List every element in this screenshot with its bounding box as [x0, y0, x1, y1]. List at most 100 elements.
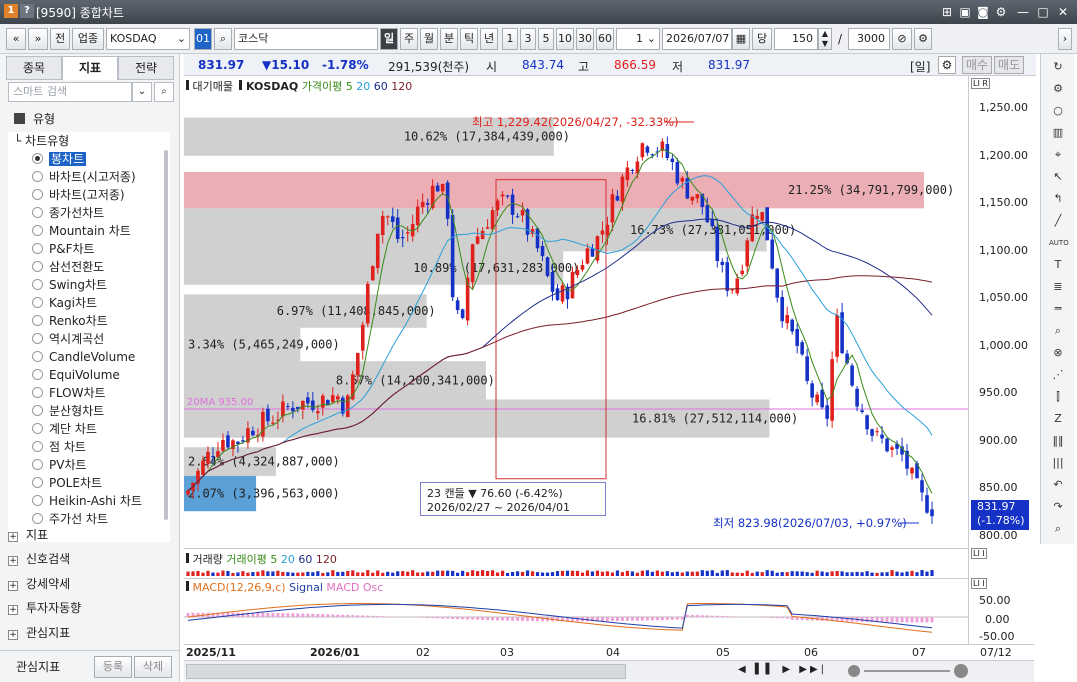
lock-icon[interactable]: ⊘ [892, 28, 912, 50]
period-tick[interactable]: 틱 [460, 28, 478, 50]
chart-type-header[interactable]: └ 차트유형 [14, 132, 69, 150]
redo-icon[interactable]: ↷ [1049, 498, 1067, 516]
interval-60[interactable]: 60 [596, 28, 614, 50]
zoom-slider[interactable] [864, 670, 950, 672]
category-signal-search[interactable]: + 신호검색 [8, 548, 70, 570]
chart-type-item[interactable]: 종가선차트 [32, 204, 104, 222]
chart-type-item[interactable]: 바차트(고저종) [32, 186, 125, 204]
date-field[interactable]: 2026/07/07 [662, 28, 732, 50]
search-icon[interactable]: ⌕ [154, 82, 174, 102]
interval-1[interactable]: 1 [502, 28, 518, 50]
tree-scrollbar[interactable] [164, 150, 168, 520]
pattern-tool-icon[interactable]: ⫿ [1049, 388, 1067, 406]
interval-10[interactable]: 10 [556, 28, 574, 50]
period-minute[interactable]: 분 [440, 28, 458, 50]
gear-icon[interactable]: ⚙ [914, 28, 932, 50]
bars-stepper[interactable]: ▲ ▼ [818, 28, 832, 50]
smart-search-input[interactable]: 스마트 검색 [8, 82, 132, 102]
category-strength[interactable]: + 강세약세 [8, 573, 70, 595]
chevron-down-icon[interactable]: ⌄ [132, 82, 152, 102]
zoom-out-icon[interactable] [848, 665, 860, 677]
type-header[interactable]: 유형 [14, 110, 55, 128]
chart-type-item[interactable]: Mountain 차트 [32, 222, 131, 240]
pointer-tool-icon[interactable]: ↰ [1049, 190, 1067, 208]
period-tool-icon[interactable]: ||| [1049, 454, 1067, 472]
chart-type-item[interactable]: Kagi차트 [32, 294, 97, 312]
next-button[interactable]: » [28, 28, 48, 50]
chart-type-item[interactable]: FLOW차트 [32, 384, 106, 402]
period-month[interactable]: 월 [420, 28, 438, 50]
undo-icon[interactable]: ↶ [1049, 476, 1067, 494]
sell-button[interactable]: 매도 [994, 56, 1024, 74]
gann-tool-icon[interactable]: ⊗ [1049, 344, 1067, 362]
line-tool-icon[interactable]: ╱ [1049, 212, 1067, 230]
chart-type-item[interactable]: CandleVolume [32, 348, 135, 366]
chart-type-item[interactable]: 바차트(시고저종) [32, 168, 136, 186]
count-select[interactable]: 1 ⌄ [616, 28, 660, 50]
magnifier-icon[interactable]: ⌕ [1049, 520, 1067, 538]
maximize-button[interactable]: □ [1034, 3, 1052, 21]
chart-type-item[interactable]: Renko차트 [32, 312, 108, 330]
tab-indicator[interactable]: 지표 [62, 56, 118, 80]
chart-type-item[interactable]: EquiVolume [32, 366, 120, 384]
zoom-tool-icon[interactable]: ⌕ [1049, 322, 1067, 340]
chart-type-item[interactable]: Swing차트 [32, 276, 107, 294]
cycle-tool-icon[interactable]: ‖‖ [1049, 432, 1067, 450]
text-tool-icon[interactable]: T [1049, 256, 1067, 274]
axis-toggle-volume[interactable]: LI I [971, 548, 987, 559]
collapse-icon[interactable]: › [1058, 28, 1072, 50]
chart-type-item[interactable]: 계단 차트 [32, 420, 97, 438]
interval-5[interactable]: 5 [538, 28, 554, 50]
axis-toggle-macd[interactable]: LI I [971, 578, 987, 589]
z-tool-icon[interactable]: Z [1049, 410, 1067, 428]
calendar-icon[interactable]: ▦ [732, 28, 750, 50]
tab-strategy[interactable]: 전략 [118, 56, 174, 80]
close-button[interactable]: ✕ [1054, 3, 1072, 21]
chart-type-item[interactable]: 역시계곡선 [32, 330, 104, 348]
playback-controls[interactable]: ◀ ▌▌ ▶ ▶▶| [738, 664, 827, 675]
settings-icon[interactable]: ⚙ [992, 3, 1010, 21]
search-icon[interactable]: ⌕ [214, 28, 232, 50]
category-favorite[interactable]: + 관심지표 [8, 622, 70, 644]
chart-type-item[interactable]: 봉차트 [32, 150, 87, 168]
chart-type-item[interactable]: 분산형차트 [32, 402, 104, 420]
period-week[interactable]: 주 [400, 28, 418, 50]
buy-button[interactable]: 매수 [962, 56, 992, 74]
period-day[interactable]: 일 [380, 28, 398, 50]
symbol-select[interactable]: KOSDAQ ⌄ [106, 28, 190, 50]
chart-type-item[interactable]: POLE차트 [32, 474, 102, 492]
auto-tool-icon[interactable]: AUTO [1049, 234, 1069, 252]
gear-icon[interactable]: ⚙ [938, 56, 956, 74]
chart-type-item[interactable]: P&F차트 [32, 240, 95, 258]
price-chart[interactable]: 10.62% (17,384,439,000) 21.25% (34,791,79… [184, 76, 968, 546]
period-year[interactable]: 년 [480, 28, 498, 50]
hline-tool-icon[interactable]: ═ [1049, 300, 1067, 318]
category-investor[interactable]: + 투자자동향 [8, 597, 81, 619]
save-icon[interactable]: ▣ [956, 3, 974, 21]
arrow-tool-icon[interactable]: ↖ [1049, 168, 1067, 186]
tab-stock[interactable]: 종목 [6, 56, 62, 80]
crosshair-icon[interactable]: ⌖ [1049, 146, 1067, 164]
fib-tool-icon[interactable]: ≣ [1049, 278, 1067, 296]
total-field[interactable]: 3000 [848, 28, 890, 50]
bars-field[interactable]: 150 [774, 28, 818, 50]
prev-button[interactable]: « [6, 28, 26, 50]
delete-button[interactable]: 삭제 [134, 656, 172, 678]
horizontal-scrollbar[interactable] [186, 664, 626, 679]
category-indicator[interactable]: + 지표 [8, 524, 48, 546]
axis-log-toggle[interactable]: LI R [971, 78, 990, 89]
register-button[interactable]: 등록 [94, 656, 132, 678]
interval-30[interactable]: 30 [576, 28, 594, 50]
upjong-button[interactable]: 업종 [72, 28, 104, 50]
minimize-button[interactable]: — [1014, 3, 1032, 21]
refresh-icon[interactable]: ↻ [1049, 58, 1067, 76]
code-button[interactable]: 01 [194, 28, 212, 50]
dang-button[interactable]: 당 [752, 28, 772, 50]
chart-type-item[interactable]: 점 차트 [32, 438, 86, 456]
interval-3[interactable]: 3 [520, 28, 536, 50]
bar-tool-icon[interactable]: ▥ [1049, 124, 1067, 142]
macd-panel[interactable]: MACD(12,26,9,c) Signal MACD Osc [184, 578, 968, 644]
name-field[interactable]: 코스닥 [234, 28, 378, 50]
gear-icon[interactable]: ⚙ [1049, 80, 1067, 98]
volume-panel[interactable]: 거래량 거래이평 5 20 60 120 [184, 548, 968, 578]
